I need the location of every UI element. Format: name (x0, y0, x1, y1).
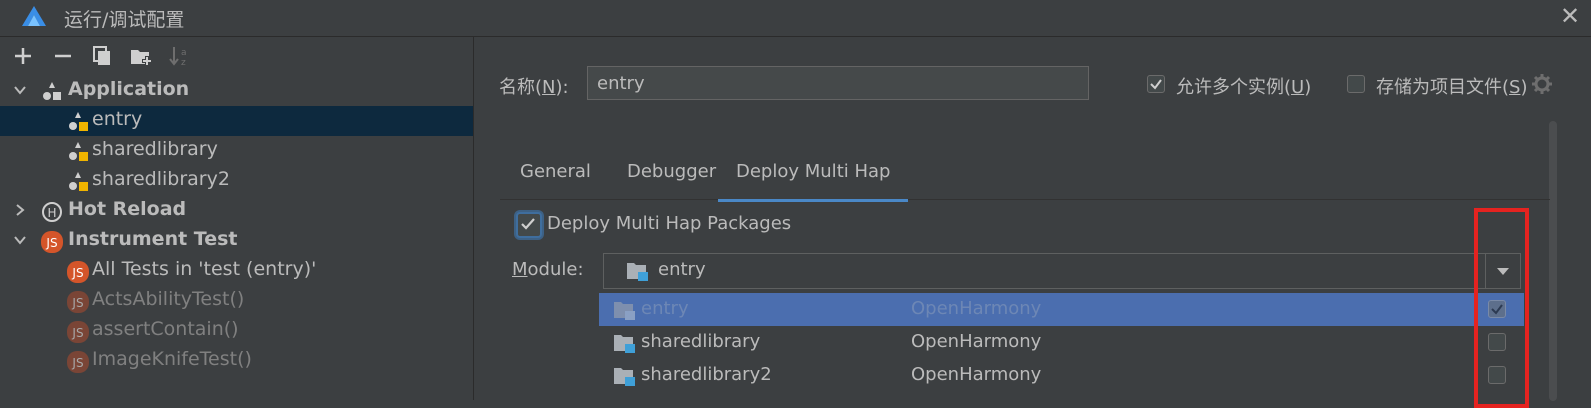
checkmark-icon (1150, 79, 1162, 90)
js-test-icon: JS (67, 321, 89, 343)
checkmark-icon (521, 218, 535, 230)
tree-item-label: Application (68, 78, 190, 100)
deveco-logo-icon (22, 6, 46, 26)
chevron-right-icon[interactable] (13, 203, 27, 217)
module-name: sharedlibrary (641, 331, 761, 352)
chevron-down-icon[interactable] (13, 83, 27, 97)
application-config-icon (69, 142, 88, 161)
remove-icon[interactable] (50, 43, 76, 69)
tree-item-hot-reload[interactable]: H Hot Reload (0, 196, 473, 226)
js-test-icon: JS (67, 291, 89, 313)
store-as-project-file-label: 存储为项目文件(S) (1376, 77, 1528, 98)
tree-toolbar: a z (0, 37, 473, 73)
module-label: Module: (512, 259, 584, 280)
title-bar: 运行/调试配置 ✕ (0, 0, 1591, 37)
module-folder-icon (614, 335, 635, 353)
tree-item-instrument-test[interactable]: JS Instrument Test (0, 226, 473, 256)
tree-item-sharedlibrary[interactable]: sharedlibrary (0, 136, 473, 166)
allow-multiple-instances-checkbox[interactable] (1147, 75, 1165, 93)
tree-item-entry[interactable]: entry (0, 106, 473, 136)
tree-item-label: All Tests in 'test (entry)' (92, 258, 317, 280)
svg-text:a: a (181, 48, 187, 58)
deploy-multi-hap-label: Deploy Multi Hap Packages (547, 213, 792, 234)
tree-item-label: ActsAbilityTest() (92, 288, 245, 310)
hot-reload-icon: H (42, 202, 62, 222)
add-icon[interactable] (10, 43, 36, 69)
tab-deploy-multi-hap[interactable]: Deploy Multi Hap (718, 161, 909, 202)
svg-text:JS: JS (71, 296, 83, 310)
svg-text:JS: JS (71, 356, 83, 370)
annotation-highlight-box (1474, 208, 1529, 408)
tree-item-acts-ability-test[interactable]: JS ActsAbilityTest() (0, 286, 473, 316)
tree-item-label: sharedlibrary (92, 138, 218, 160)
module-select-value: entry (658, 259, 706, 280)
tree-item-label: ImageKnifeTest() (92, 348, 252, 370)
module-folder-icon (627, 263, 648, 281)
configuration-editor: 名称(N): entry 允许多个实例(U) 存储为项目文件(S) Genera… (474, 37, 1591, 408)
list-item[interactable]: sharedlibrary2 OpenHarmony (599, 359, 1524, 392)
module-name: sharedlibrary2 (641, 364, 772, 385)
new-folder-icon[interactable] (128, 43, 154, 69)
configurations-tree-panel: a z Application entry sharedlibrary shar… (0, 37, 474, 400)
window-title: 运行/调试配置 (64, 9, 185, 31)
tree-item-label: Hot Reload (68, 198, 187, 220)
tab-general[interactable]: General (520, 161, 591, 199)
application-config-icon (69, 112, 88, 131)
scrollbar[interactable] (1549, 121, 1557, 401)
tree-item-label: entry (92, 108, 143, 130)
allow-multiple-instances-label: 允许多个实例(U) (1176, 77, 1312, 98)
application-icon (43, 82, 61, 100)
svg-text:JS: JS (45, 236, 57, 250)
deploy-multi-hap-checkbox[interactable] (516, 212, 542, 238)
sort-icon[interactable]: a z (167, 43, 193, 69)
tree-item-label: assertContain() (92, 318, 239, 340)
name-field[interactable]: entry (587, 66, 1089, 100)
list-item[interactable]: entry OpenHarmony (599, 293, 1524, 326)
svg-text:JS: JS (71, 326, 83, 340)
gear-icon[interactable] (1531, 73, 1553, 95)
js-test-icon: JS (41, 231, 63, 253)
tree-item-assert-contain[interactable]: JS assertContain() (0, 316, 473, 346)
js-test-icon: JS (67, 351, 89, 373)
tree-item-all-tests[interactable]: JS All Tests in 'test (entry)' (0, 256, 473, 286)
list-item[interactable]: sharedlibrary OpenHarmony (599, 326, 1524, 359)
module-select[interactable]: entry (603, 253, 1521, 289)
store-as-project-file-checkbox[interactable] (1347, 75, 1365, 93)
tab-debugger[interactable]: Debugger (627, 161, 716, 199)
module-folder-icon (614, 368, 635, 386)
module-name: entry (641, 298, 689, 319)
js-test-icon: JS (67, 261, 89, 283)
application-config-icon (69, 172, 88, 191)
tree-item-label: Instrument Test (68, 228, 238, 250)
module-folder-icon (614, 302, 635, 320)
tree-item-label: sharedlibrary2 (92, 168, 230, 190)
tree-item-sharedlibrary2[interactable]: sharedlibrary2 (0, 166, 473, 196)
tree-item-imageknife-test[interactable]: JS ImageKnifeTest() (0, 346, 473, 376)
module-dropdown-list: entry OpenHarmony sharedlibrary OpenHarm… (599, 293, 1524, 400)
close-icon[interactable]: ✕ (1558, 4, 1582, 28)
svg-text:z: z (181, 58, 186, 68)
chevron-down-icon[interactable] (13, 233, 27, 247)
tree-item-application[interactable]: Application (0, 76, 473, 106)
module-type: OpenHarmony (911, 331, 1042, 352)
copy-icon[interactable] (89, 43, 115, 69)
name-label: 名称(N): (499, 77, 569, 98)
svg-text:JS: JS (71, 266, 83, 280)
module-type: OpenHarmony (911, 298, 1042, 319)
svg-text:H: H (47, 206, 56, 220)
module-type: OpenHarmony (911, 364, 1042, 385)
tab-bar: General Debugger Deploy Multi Hap (500, 155, 1550, 202)
